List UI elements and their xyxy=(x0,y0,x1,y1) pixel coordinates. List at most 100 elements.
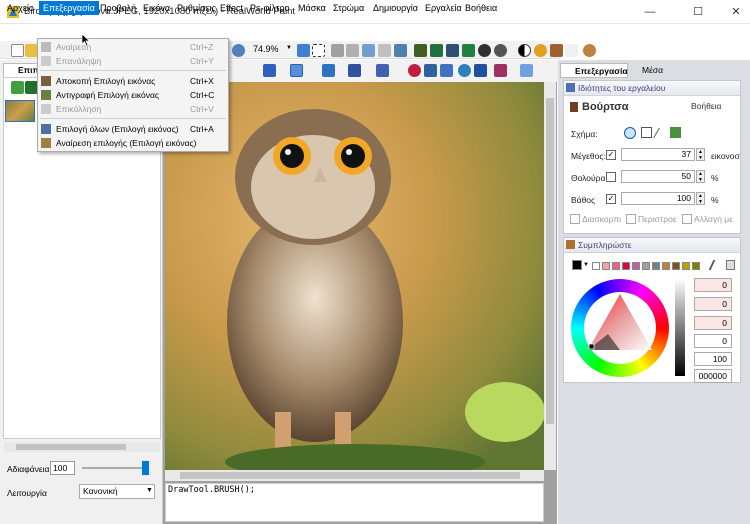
menu-item-cut[interactable]: Αποκοπή Επιλογή εικόνας Ctrl+X xyxy=(38,74,228,88)
mask-icon[interactable] xyxy=(494,44,507,57)
menu-item-select-all[interactable]: Επιλογή όλων (Επιλογή εικόνας) Ctrl+A xyxy=(38,122,228,136)
opacity-input[interactable]: 100 xyxy=(50,461,75,475)
zoom-dropdown-icon[interactable]: ▼ xyxy=(286,45,292,51)
swatch-8[interactable] xyxy=(662,262,670,270)
scatter-checkbox[interactable] xyxy=(570,214,580,224)
color-value-1[interactable]: 0 xyxy=(694,278,732,292)
red-eye-icon[interactable] xyxy=(408,64,421,77)
swatch-2[interactable] xyxy=(602,262,610,270)
image-resize-icon[interactable] xyxy=(462,44,475,57)
color-hex-input[interactable]: 000000 xyxy=(694,369,732,383)
fullscreen-icon[interactable] xyxy=(312,44,325,57)
circle-shape-icon[interactable] xyxy=(624,127,636,139)
fill-tool-icon[interactable] xyxy=(376,64,389,77)
depth-input[interactable]: 100 xyxy=(621,192,695,205)
layers-scroll-thumb[interactable] xyxy=(16,444,126,450)
blur-spinner[interactable]: ▲ ▼ xyxy=(696,170,705,183)
image-icon[interactable] xyxy=(414,44,427,57)
rotate-checkbox[interactable] xyxy=(626,214,636,224)
menu-edit[interactable]: Επεξεργασία xyxy=(39,1,99,15)
menu-create[interactable]: Δημιουργία xyxy=(369,1,422,15)
swatch-10[interactable] xyxy=(682,262,690,270)
eraser-icon[interactable] xyxy=(331,44,344,57)
menu-effect[interactable]: Effect xyxy=(216,1,247,15)
layer-thumbnail[interactable] xyxy=(5,100,35,122)
menu-file[interactable]: Αρχείο xyxy=(3,1,38,15)
depth-spinner[interactable]: ▲ ▼ xyxy=(696,192,705,205)
picker-icon[interactable] xyxy=(550,44,563,57)
menu-item-deselect[interactable]: Αναίρεση επιλογής (Επιλογή εικόνας) xyxy=(38,136,228,150)
blend-mode-select[interactable]: Κανονική xyxy=(79,484,155,499)
brush-tool-icon[interactable] xyxy=(290,64,303,77)
menu-settings[interactable]: Ρυθμίσεις xyxy=(173,1,220,15)
canvas-vertical-scroll-thumb[interactable] xyxy=(546,98,554,424)
swatch-dropdown-icon[interactable]: ▼ xyxy=(583,262,589,268)
opacity-slider-handle[interactable] xyxy=(142,461,149,475)
swatch-1[interactable] xyxy=(592,262,600,270)
filter-icon[interactable] xyxy=(478,44,491,57)
tab-edit[interactable]: Επεξεργασία xyxy=(560,63,628,78)
menu-ps-filter[interactable]: Ps-φίλτρο xyxy=(246,1,294,15)
menu-mask[interactable]: Μάσκα xyxy=(294,1,330,15)
image-adjust-icon[interactable] xyxy=(430,44,443,57)
layer-merge-icon[interactable] xyxy=(394,44,407,57)
menu-help[interactable]: Βοήθεια xyxy=(461,1,501,15)
close-button[interactable]: ✕ xyxy=(716,0,750,24)
color-triangle[interactable] xyxy=(588,294,652,350)
value-slider[interactable] xyxy=(675,278,685,376)
layer-copy-icon[interactable] xyxy=(378,44,391,57)
moon-icon[interactable] xyxy=(534,44,547,57)
blur-checkbox[interactable] xyxy=(606,172,616,182)
help-button[interactable]: Βοήθεια xyxy=(691,101,721,111)
color-value-3[interactable]: 0 xyxy=(694,316,732,330)
square-shape-icon[interactable] xyxy=(641,127,652,138)
vary-checkbox[interactable] xyxy=(682,214,692,224)
color-value-5[interactable]: 100 xyxy=(694,352,732,366)
tab-media[interactable]: Μέσα xyxy=(628,63,668,78)
retouch-tool-icon[interactable] xyxy=(440,64,453,77)
contrast-icon[interactable] xyxy=(518,44,531,57)
clone-tool-icon[interactable] xyxy=(424,64,437,77)
menu-item-paste[interactable]: Επικόλληση Ctrl+V xyxy=(38,102,228,116)
minimize-button[interactable]: — xyxy=(630,0,670,24)
canvas-horizontal-scroll-thumb[interactable] xyxy=(180,472,520,479)
pin-tool-icon[interactable] xyxy=(458,64,471,77)
primary-color-swatch[interactable] xyxy=(572,260,582,270)
color-value-4[interactable]: 0 xyxy=(694,334,732,348)
zoom-icon[interactable] xyxy=(232,44,245,57)
menu-view[interactable]: Προβολή xyxy=(96,1,140,15)
menu-tools[interactable]: Εργαλεία xyxy=(421,1,466,15)
user-icon[interactable] xyxy=(583,44,596,57)
layer-icon[interactable] xyxy=(362,44,375,57)
swatch-4[interactable] xyxy=(622,262,630,270)
menu-layer[interactable]: Στρώμα xyxy=(329,1,368,15)
image-effect-icon[interactable] xyxy=(446,44,459,57)
swatch-5[interactable] xyxy=(632,262,640,270)
eyedropper-tool-icon[interactable] xyxy=(474,64,487,77)
layers-tab[interactable]: Επιπ xyxy=(3,63,41,77)
depth-checkbox[interactable]: ✓ xyxy=(606,194,616,204)
size-input[interactable]: 37 xyxy=(621,148,695,161)
stamp-icon[interactable] xyxy=(346,44,359,57)
zoom-fit-icon[interactable] xyxy=(297,44,310,57)
swatch-9[interactable] xyxy=(672,262,680,270)
menu-item-undo[interactable]: Αναίρεση Ctrl+Z xyxy=(38,40,228,54)
swatch-3[interactable] xyxy=(612,262,620,270)
dropper-icon[interactable] xyxy=(565,44,578,57)
size-checkbox[interactable]: ✓ xyxy=(606,150,616,160)
opacity-slider[interactable] xyxy=(82,467,148,469)
color-options-icon[interactable] xyxy=(726,260,735,270)
swatch-11[interactable] xyxy=(692,262,700,270)
polygon-tool-icon[interactable] xyxy=(348,64,361,77)
blur-input[interactable]: 50 xyxy=(621,170,695,183)
size-spinner[interactable]: ▲ ▼ xyxy=(696,148,705,161)
color-value-2[interactable]: 0 xyxy=(694,297,732,311)
new-file-icon[interactable] xyxy=(11,44,24,57)
menu-image[interactable]: Εικόνα xyxy=(139,1,174,15)
line-tool-icon[interactable] xyxy=(322,64,335,77)
swatch-6[interactable] xyxy=(642,262,650,270)
color-tool-icon[interactable] xyxy=(494,64,507,77)
zoom-level[interactable]: 74.9% xyxy=(253,44,279,54)
menu-item-copy[interactable]: Αντιγραφή Επιλογή εικόνας Ctrl+C xyxy=(38,88,228,102)
text-tool-icon[interactable] xyxy=(263,64,276,77)
